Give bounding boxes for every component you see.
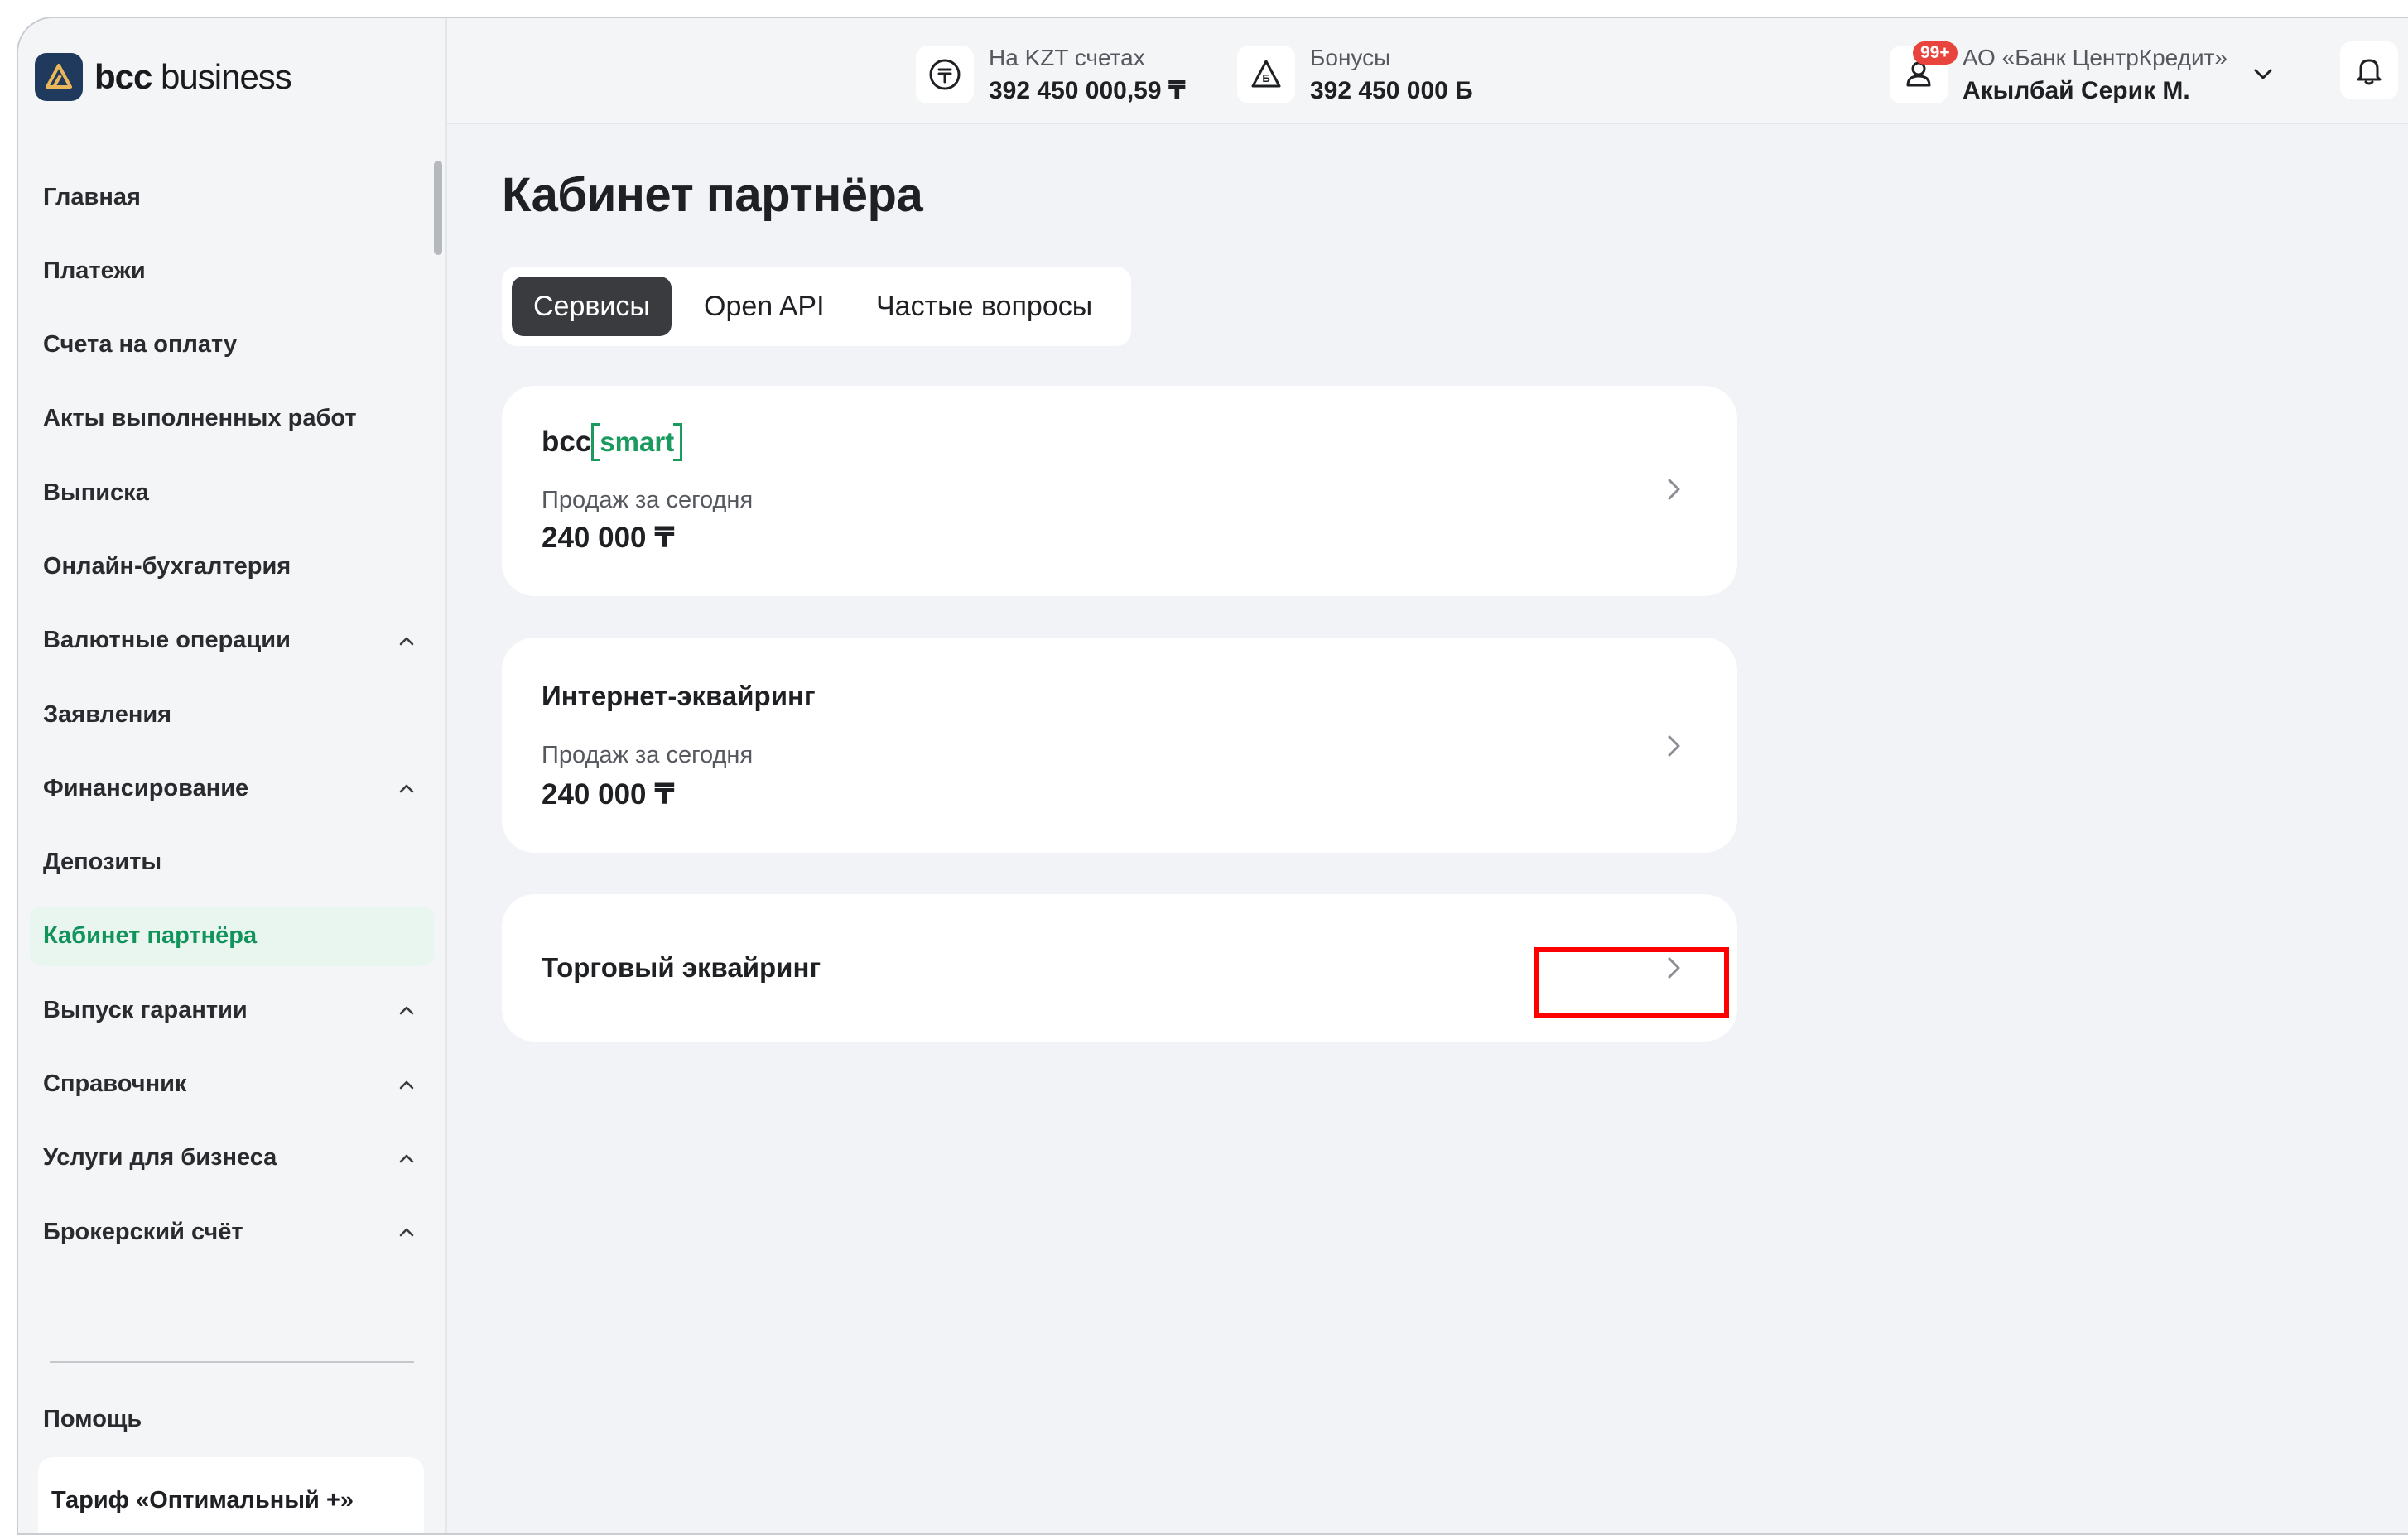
tariff-label: Тариф «Оптимальный +» [51, 1487, 354, 1513]
sidebar-item-label: Справочник [43, 1071, 187, 1098]
bonus-icon: Б [1237, 46, 1295, 103]
sidebar-item-brokerage[interactable]: Брокерский счёт [30, 1202, 434, 1262]
sidebar-item-label: Депозиты [43, 849, 162, 876]
tab-services[interactable]: Сервисы [512, 277, 672, 336]
top-header: На KZT счетах 392 450 000,59 ₸ Б Бонусы … [447, 18, 2408, 124]
sidebar-item-applications[interactable]: Заявления [30, 685, 434, 744]
chevron-down-icon[interactable] [2249, 60, 2277, 89]
sidebar-item-main[interactable]: Главная [30, 167, 434, 227]
logo-smart-text: smart [591, 423, 683, 461]
tariff-card[interactable]: Тариф «Оптимальный +» [38, 1457, 424, 1533]
service-name: Интернет-эквайринг [542, 681, 816, 711]
sidebar-item-label: Кабинет партнёра [43, 922, 258, 950]
sidebar-item-label: Брокерский счёт [43, 1218, 243, 1245]
service-name: Торговый эквайринг [542, 952, 821, 983]
brand-name: bcc business [94, 57, 292, 96]
sidebar-item-statement[interactable]: Выписка [30, 463, 434, 522]
sidebar-item-label: Валютные операции [43, 627, 291, 654]
sidebar-item-label: Финансирование [43, 774, 249, 801]
sales-label: Продаж за сегодня [542, 487, 754, 513]
company-name: АО «Банк ЦентрКредит» [1963, 45, 2227, 70]
chevron-up-icon [399, 1080, 414, 1089]
sidebar-nav: Главная Платежи Счета на оплату Акты вып… [30, 167, 434, 1276]
sidebar-item-accounting[interactable]: Онлайн-бухгалтерия [30, 537, 434, 596]
sidebar-item-guarantee[interactable]: Выпуск гарантии [30, 980, 434, 1040]
page-title: Кабинет партнёра [502, 168, 923, 222]
balance-label: На KZT счетах [989, 45, 1145, 70]
bell-icon [2357, 59, 2382, 85]
chevron-up-icon [399, 785, 414, 793]
service-card-bcc-smart[interactable]: bcc smart Продаж за сегодня 240 000 ₸ [502, 386, 1737, 596]
service-card-internet-acquiring[interactable]: Интернет-эквайринг Продаж за сегодня 240… [502, 638, 1737, 853]
sidebar-item-invoices[interactable]: Счета на оплату [30, 315, 434, 375]
chevron-right-icon[interactable] [1659, 475, 1688, 503]
sidebar-item-label: Счета на оплату [43, 331, 238, 358]
highlight-box [1534, 947, 1729, 1018]
brand-logo[interactable]: bcc business [35, 53, 292, 101]
bcc-logo-icon [35, 53, 83, 101]
sidebar-item-currency[interactable]: Валютные операции [30, 611, 434, 671]
sidebar-item-acts[interactable]: Акты выполненных работ [30, 389, 434, 449]
sidebar-divider [50, 1361, 414, 1363]
tenge-icon [916, 46, 974, 103]
sales-amount: 240 000 ₸ [542, 778, 675, 811]
sidebar-scrollbar[interactable] [434, 161, 442, 255]
tab-faq[interactable]: Частые вопросы [876, 277, 1092, 336]
tab-open-api[interactable]: Open API [704, 277, 825, 336]
balance-value: 392 450 000,59 ₸ [989, 77, 1186, 104]
sidebar-item-label: Заявления [43, 700, 172, 728]
sidebar-item-label: Главная [43, 183, 141, 210]
chevron-up-icon [399, 1228, 414, 1237]
sidebar-item-business-services[interactable]: Услуги для бизнеса [30, 1128, 434, 1188]
chevron-up-icon [399, 1006, 414, 1015]
svg-text:Б: Б [1262, 72, 1269, 84]
user-name: Акылбай Серик М. [1963, 77, 2190, 104]
sidebar-item-deposits[interactable]: Депозиты [30, 833, 434, 893]
sidebar-item-label: Услуги для бизнеса [43, 1144, 277, 1172]
sidebar-item-financing[interactable]: Финансирование [30, 758, 434, 818]
tab-bar: Сервисы Open API Частые вопросы [502, 267, 1131, 346]
bonus-label: Бонусы [1310, 45, 1391, 70]
sidebar-item-label: Онлайн-бухгалтерия [43, 552, 291, 580]
app-window: bcc business Главная Платежи Счета на оп… [17, 17, 2408, 1535]
chevron-up-icon [399, 1154, 414, 1163]
sidebar-item-partner-cabinet[interactable]: Кабинет партнёра [30, 906, 434, 966]
notifications-button[interactable] [2340, 41, 2398, 99]
sales-label: Продаж за сегодня [542, 742, 754, 768]
sidebar: bcc business Главная Платежи Счета на оп… [18, 18, 447, 1533]
sidebar-item-payments[interactable]: Платежи [30, 241, 434, 301]
bcc-smart-logo: bcc smart [542, 423, 683, 461]
sidebar-item-label: Платежи [43, 257, 146, 284]
sidebar-item-label: Выпуск гарантии [43, 996, 248, 1023]
bonus-balance[interactable]: Б Бонусы 392 450 000 Б [1237, 41, 1473, 108]
sales-amount: 240 000 ₸ [542, 522, 675, 554]
sidebar-item-label: Выписка [43, 479, 149, 506]
kzt-balance[interactable]: На KZT счетах 392 450 000,59 ₸ [916, 41, 1186, 108]
logo-bcc-text: bcc [542, 426, 592, 458]
chevron-up-icon [399, 637, 414, 646]
notifications-badge: 99+ [1913, 41, 1958, 65]
sidebar-item-label: Акты выполненных работ [43, 405, 357, 432]
help-link[interactable]: Помощь [43, 1406, 142, 1433]
bonus-value: 392 450 000 Б [1310, 77, 1473, 104]
sidebar-item-directory[interactable]: Справочник [30, 1055, 434, 1114]
chevron-right-icon[interactable] [1659, 732, 1688, 760]
